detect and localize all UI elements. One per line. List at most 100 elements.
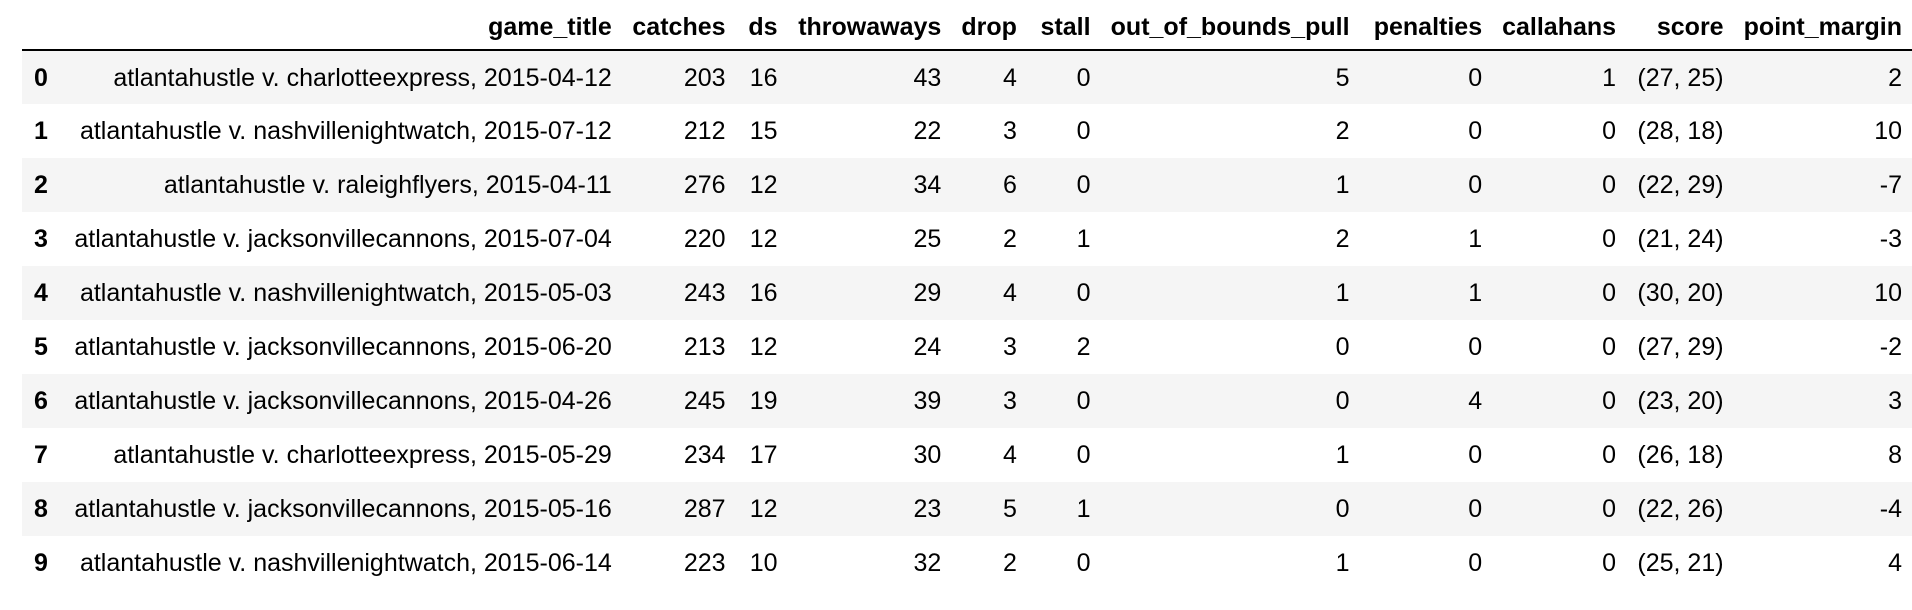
cell-callahans: 0 — [1602, 171, 1617, 199]
cell-stall: 1 — [1076, 495, 1091, 523]
cell-catches: 220 — [683, 225, 726, 253]
cell-callahans: 0 — [1602, 225, 1617, 253]
cell-penalties: 1 — [1468, 279, 1483, 307]
cell-penalties: 4 — [1468, 387, 1483, 415]
cell-stall: 0 — [1076, 171, 1091, 199]
cell-score: (27, 29) — [1637, 333, 1724, 361]
cell-catches: 276 — [683, 171, 726, 199]
row-index: 9 — [34, 549, 48, 577]
cell-score: (22, 26) — [1637, 495, 1724, 523]
table-row: 0 atlantahustle v. charlotteexpress, 201… — [22, 50, 1912, 104]
cell-out-of-bounds-pull: 5 — [1335, 63, 1350, 92]
row-index: 7 — [34, 441, 48, 469]
header-row: game_title catches ds throwaways drop st… — [22, 4, 1912, 51]
cell-ds: 12 — [749, 225, 778, 253]
cell-catches: 212 — [683, 117, 726, 145]
cell-game-title: atlantahustle v. raleighflyers, 2015-04-… — [163, 171, 612, 199]
cell-game-title: atlantahustle v. nashvillenightwatch, 20… — [79, 549, 612, 577]
cell-point-margin: -4 — [1879, 495, 1902, 523]
cell-out-of-bounds-pull: 0 — [1335, 387, 1350, 415]
cell-ds: 12 — [749, 495, 778, 523]
cell-catches: 234 — [683, 441, 726, 469]
cell-score: (25, 21) — [1637, 549, 1724, 577]
cell-out-of-bounds-pull: 2 — [1335, 117, 1350, 145]
row-index: 8 — [34, 495, 48, 523]
cell-score: (23, 20) — [1637, 387, 1724, 415]
cell-point-margin: 10 — [1874, 279, 1902, 307]
cell-point-margin: 4 — [1888, 549, 1902, 577]
cell-game-title: atlantahustle v. jacksonvillecannons, 20… — [74, 387, 612, 415]
cell-drop: 3 — [1002, 387, 1017, 415]
cell-drop: 6 — [1002, 171, 1017, 199]
cell-point-margin: -7 — [1879, 171, 1902, 199]
row-index: 1 — [34, 117, 48, 145]
cell-penalties: 0 — [1468, 333, 1483, 361]
cell-ds: 12 — [749, 171, 778, 199]
cell-game-title: atlantahustle v. jacksonvillecannons, 20… — [74, 495, 612, 523]
column-header-stall: stall — [1026, 4, 1101, 51]
cell-ds: 15 — [749, 117, 778, 145]
cell-drop: 2 — [1002, 549, 1017, 577]
cell-game-title: atlantahustle v. charlotteexpress, 2015-… — [113, 63, 612, 92]
column-header-callahans: callahans — [1492, 4, 1627, 51]
table-row: 5 atlantahustle v. jacksonvillecannons, … — [22, 320, 1912, 374]
table-header: game_title catches ds throwaways drop st… — [22, 4, 1912, 51]
cell-score: (21, 24) — [1637, 225, 1724, 253]
cell-ds: 17 — [749, 441, 778, 469]
row-index: 2 — [34, 171, 48, 199]
cell-point-margin: 8 — [1888, 441, 1902, 469]
table-row: 3 atlantahustle v. jacksonvillecannons, … — [22, 212, 1912, 266]
table-row: 8 atlantahustle v. jacksonvillecannons, … — [22, 482, 1912, 536]
cell-ds: 19 — [749, 387, 778, 415]
cell-penalties: 0 — [1468, 495, 1483, 523]
cell-penalties: 0 — [1468, 63, 1483, 92]
cell-out-of-bounds-pull: 2 — [1335, 225, 1350, 253]
cell-stall: 0 — [1076, 279, 1091, 307]
cell-callahans: 0 — [1602, 495, 1617, 523]
cell-stall: 0 — [1076, 387, 1091, 415]
cell-ds: 12 — [749, 333, 778, 361]
cell-point-margin: 10 — [1874, 117, 1902, 145]
index-header — [22, 4, 61, 51]
cell-out-of-bounds-pull: 1 — [1335, 549, 1350, 577]
cell-throwaways: 30 — [913, 441, 942, 469]
table-row: 2 atlantahustle v. raleighflyers, 2015-0… — [22, 158, 1912, 212]
cell-callahans: 0 — [1602, 117, 1617, 145]
column-header-game-title: game_title — [60, 4, 622, 51]
cell-out-of-bounds-pull: 0 — [1335, 495, 1350, 523]
cell-penalties: 0 — [1468, 171, 1483, 199]
cell-score: (30, 20) — [1637, 279, 1724, 307]
cell-score: (27, 25) — [1637, 63, 1724, 92]
cell-point-margin: 3 — [1888, 387, 1902, 415]
cell-game-title: atlantahustle v. nashvillenightwatch, 20… — [79, 279, 612, 307]
cell-callahans: 0 — [1602, 279, 1617, 307]
cell-throwaways: 24 — [913, 333, 942, 361]
cell-stall: 2 — [1076, 333, 1091, 361]
cell-drop: 5 — [1002, 495, 1017, 523]
cell-point-margin: -2 — [1879, 333, 1902, 361]
cell-stall: 0 — [1076, 441, 1091, 469]
column-header-throwaways: throwaways — [787, 4, 952, 51]
cell-drop: 4 — [1002, 279, 1017, 307]
cell-stall: 0 — [1076, 63, 1091, 92]
cell-out-of-bounds-pull: 0 — [1335, 333, 1350, 361]
table-row: 9 atlantahustle v. nashvillenightwatch, … — [22, 536, 1912, 590]
cell-ds: 16 — [749, 279, 778, 307]
column-header-score: score — [1626, 4, 1734, 51]
column-header-out-of-bounds-pull: out_of_bounds_pull — [1100, 4, 1360, 51]
cell-throwaways: 43 — [913, 63, 942, 92]
table-row: 4 atlantahustle v. nashvillenightwatch, … — [22, 266, 1912, 320]
cell-penalties: 0 — [1468, 549, 1483, 577]
cell-stall: 0 — [1076, 117, 1091, 145]
cell-throwaways: 34 — [913, 171, 942, 199]
cell-score: (26, 18) — [1637, 441, 1724, 469]
cell-out-of-bounds-pull: 1 — [1335, 279, 1350, 307]
row-index: 5 — [34, 333, 48, 361]
table-row: 6 atlantahustle v. jacksonvillecannons, … — [22, 374, 1912, 428]
dataframe-output: game_title catches ds throwaways drop st… — [22, 4, 1912, 590]
row-index: 4 — [34, 279, 48, 307]
cell-game-title: atlantahustle v. nashvillenightwatch, 20… — [79, 117, 612, 145]
cell-catches: 223 — [683, 549, 726, 577]
cell-drop: 3 — [1002, 117, 1017, 145]
dataframe-table: game_title catches ds throwaways drop st… — [22, 4, 1912, 590]
